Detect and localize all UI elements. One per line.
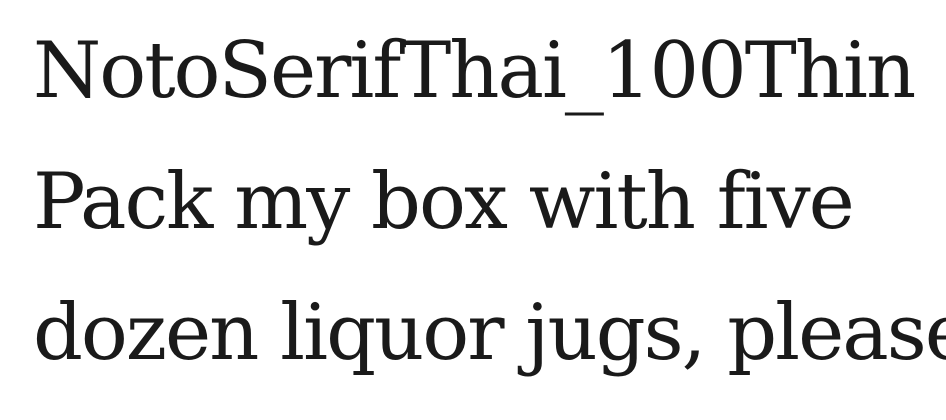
pangram-line-1: Pack my box with five [33,157,855,247]
pangram-line-2: dozen liquor jugs, please. [33,288,946,378]
font-sample: NotoSerifThai_100Thin Pack my box with f… [33,6,946,399]
font-name-title: NotoSerifThai_100Thin [33,26,916,116]
